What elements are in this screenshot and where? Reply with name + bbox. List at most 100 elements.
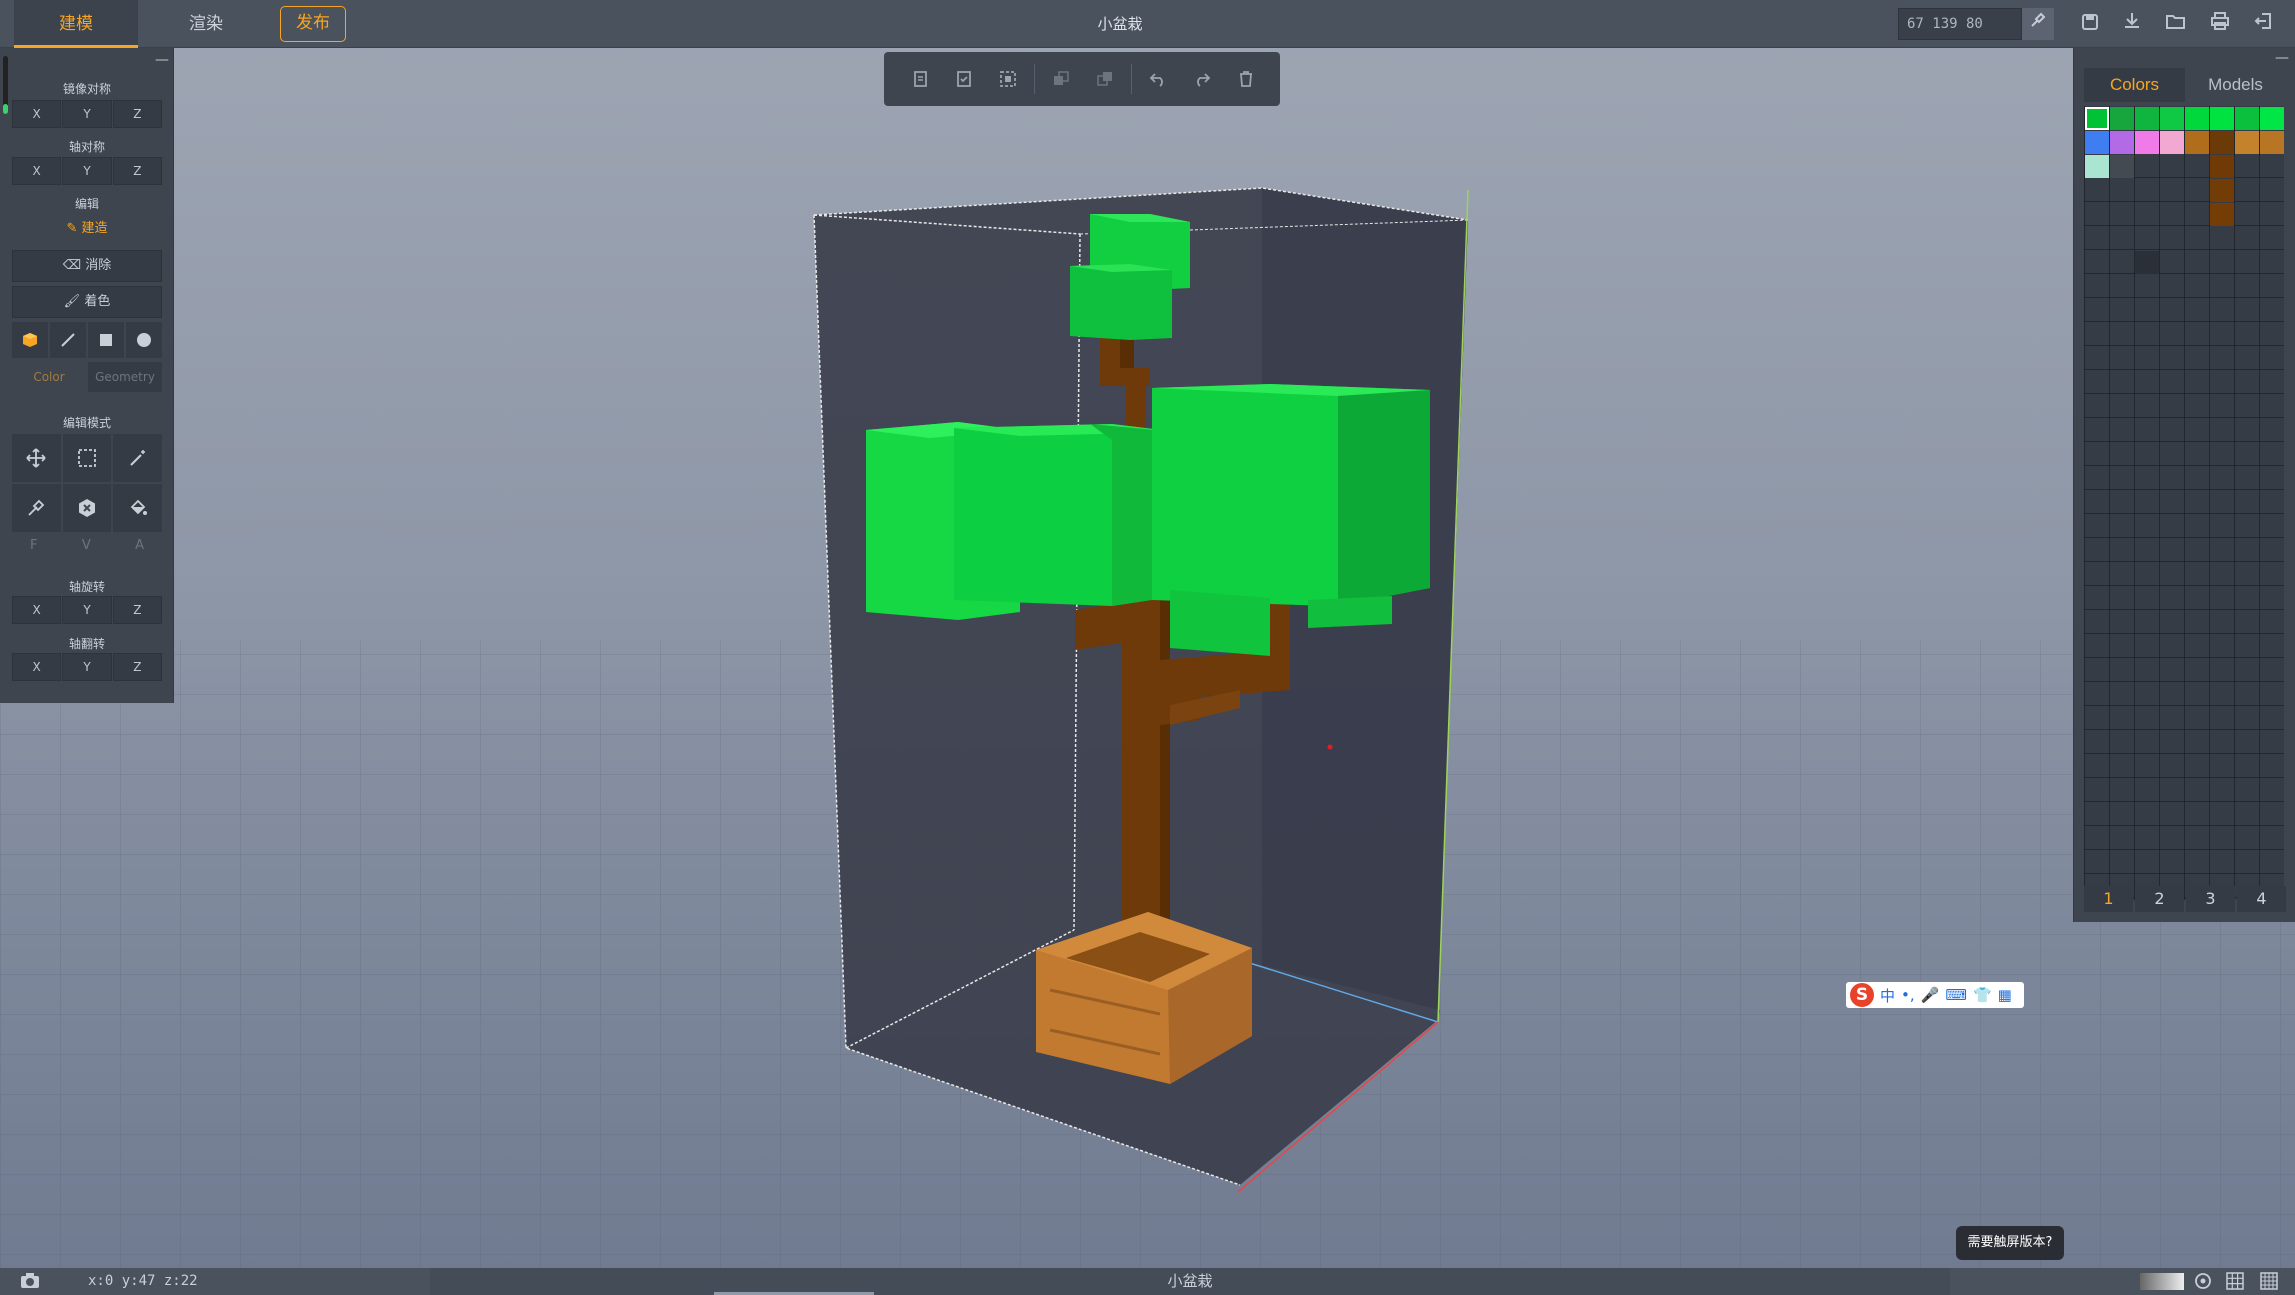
sogou-logo-icon[interactable]: S [1850, 983, 1874, 1007]
palette-page-1[interactable]: 1 [2084, 886, 2133, 912]
move-icon[interactable] [12, 434, 61, 482]
touch-version-prompt[interactable]: 需要触屏版本? [1956, 1226, 2064, 1260]
color-swatch[interactable] [2210, 179, 2234, 202]
paste-icon[interactable] [942, 57, 986, 101]
palette-page-4[interactable]: 4 [2237, 886, 2286, 912]
collapse-icon[interactable]: — [155, 52, 169, 68]
color-swatch[interactable] [2260, 131, 2284, 154]
microphone-icon[interactable]: 🎤 [1921, 986, 1940, 1004]
target-icon[interactable] [2194, 1272, 2214, 1292]
color-swatch[interactable] [2085, 131, 2109, 154]
color-value-input[interactable] [1898, 8, 2022, 40]
undo-icon[interactable] [1136, 57, 1180, 101]
background-gradient-swatch[interactable] [2140, 1273, 2184, 1290]
color-swatch[interactable] [2235, 107, 2259, 130]
delete-hex-icon[interactable] [62, 484, 112, 532]
status-title: 小盆栽 [430, 1268, 1950, 1295]
color-swatch[interactable] [2210, 131, 2234, 154]
document-title: 小盆栽 [1097, 15, 1143, 33]
cube-icon[interactable] [12, 322, 48, 358]
open-folder-icon[interactable] [2162, 10, 2190, 38]
geometry-mode-tab[interactable]: Geometry [88, 362, 162, 392]
vertex-toggle[interactable]: V [82, 538, 91, 553]
color-swatch[interactable] [2185, 131, 2209, 154]
color-swatch[interactable] [2085, 107, 2109, 130]
erase-button[interactable]: ⌫ 消除 [12, 250, 162, 282]
color-swatch[interactable] [2160, 131, 2184, 154]
palette-page-2[interactable]: 2 [2135, 886, 2184, 912]
rotate-z-button[interactable]: Z [112, 596, 162, 624]
print-icon[interactable] [2206, 10, 2234, 38]
color-swatch[interactable] [2260, 107, 2284, 130]
save-icon[interactable] [2076, 10, 2104, 38]
build-button[interactable]: ✎ 建造 [12, 213, 162, 245]
line-icon[interactable] [50, 322, 86, 358]
circle-icon[interactable] [126, 322, 162, 358]
color-swatch[interactable] [2135, 131, 2159, 154]
color-swatch[interactable] [2235, 131, 2259, 154]
color-palette-grid[interactable] [2084, 106, 2284, 900]
color-swatch[interactable] [2110, 155, 2134, 178]
collapse-icon[interactable]: — [2275, 50, 2289, 66]
trash-icon[interactable] [1224, 57, 1268, 101]
select-all-icon[interactable] [986, 57, 1030, 101]
color-swatch[interactable] [2160, 107, 2184, 130]
color-swatch[interactable] [2085, 155, 2109, 178]
all-toggle[interactable]: A [135, 538, 144, 553]
redo-icon[interactable] [1180, 57, 1224, 101]
tab-modeling[interactable]: 建模 [14, 0, 138, 48]
fill-bucket-icon[interactable] [113, 484, 162, 532]
square-icon[interactable] [88, 322, 124, 358]
download-icon[interactable] [2118, 10, 2146, 38]
exit-icon[interactable] [2250, 10, 2278, 38]
color-swatch[interactable] [2210, 107, 2234, 130]
grid-toggle-icon[interactable] [2226, 1272, 2246, 1292]
axis-symmetry-label: 轴对称 [68, 140, 105, 154]
box-select-icon[interactable] [62, 434, 112, 482]
color-swatch[interactable] [2210, 155, 2234, 178]
axis-sym-z-button[interactable]: Z [112, 157, 162, 185]
color-swatch[interactable] [2110, 131, 2134, 154]
axis-sym-x-button[interactable]: X [12, 157, 62, 185]
brush-icon: 🖌 [63, 294, 81, 309]
mirror-y-button[interactable]: Y [62, 100, 112, 128]
flip-y-button[interactable]: Y [62, 653, 112, 681]
skin-shirt-icon[interactable]: 👕 [1973, 986, 1992, 1004]
color-mode-tab[interactable]: Color [12, 362, 86, 392]
flip-x-button[interactable]: X [12, 653, 62, 681]
merge-icon[interactable] [1039, 57, 1083, 101]
paint-button[interactable]: 🖌 着色 [12, 286, 162, 318]
ime-toolbar[interactable]: S 中 •, 🎤 ⌨ 👕 ▦ [1846, 982, 2024, 1008]
grid-menu-icon[interactable]: ▦ [1998, 986, 2012, 1004]
ime-language-label[interactable]: 中 [1880, 985, 1895, 1006]
color-swatch[interactable] [2135, 107, 2159, 130]
subtract-icon[interactable] [1083, 57, 1127, 101]
tab-render[interactable]: 渲染 [156, 0, 256, 48]
copy-icon[interactable] [898, 57, 942, 101]
rotate-y-button[interactable]: Y [62, 596, 112, 624]
camera-icon[interactable] [20, 1272, 40, 1294]
keyboard-icon[interactable]: ⌨ [1945, 986, 1967, 1004]
leaf-cube [1308, 596, 1392, 628]
punctuation-icon[interactable]: •, [1901, 986, 1915, 1004]
tab-models[interactable]: Models [2185, 68, 2286, 102]
color-swatch[interactable] [2110, 107, 2134, 130]
mirror-z-button[interactable]: Z [112, 100, 162, 128]
tab-colors[interactable]: Colors [2084, 68, 2185, 102]
eyedropper-icon[interactable] [2022, 8, 2054, 40]
axis-sym-y-button[interactable]: Y [62, 157, 112, 185]
grid-dense-icon[interactable] [2260, 1272, 2280, 1292]
color-swatch[interactable] [2135, 251, 2159, 274]
publish-button[interactable]: 发布 [280, 6, 346, 42]
eraser-icon: ⌫ [62, 258, 82, 273]
color-swatch[interactable] [2210, 203, 2234, 226]
voxel-viewport[interactable] [0, 0, 2295, 1295]
magic-wand-icon[interactable] [113, 434, 162, 482]
rotate-x-button[interactable]: X [12, 596, 62, 624]
face-toggle[interactable]: F [30, 538, 37, 553]
color-swatch[interactable] [2185, 107, 2209, 130]
flip-z-button[interactable]: Z [112, 653, 162, 681]
mirror-x-button[interactable]: X [12, 100, 62, 128]
palette-page-3[interactable]: 3 [2186, 886, 2235, 912]
eyedropper-tool-icon[interactable] [12, 484, 61, 532]
